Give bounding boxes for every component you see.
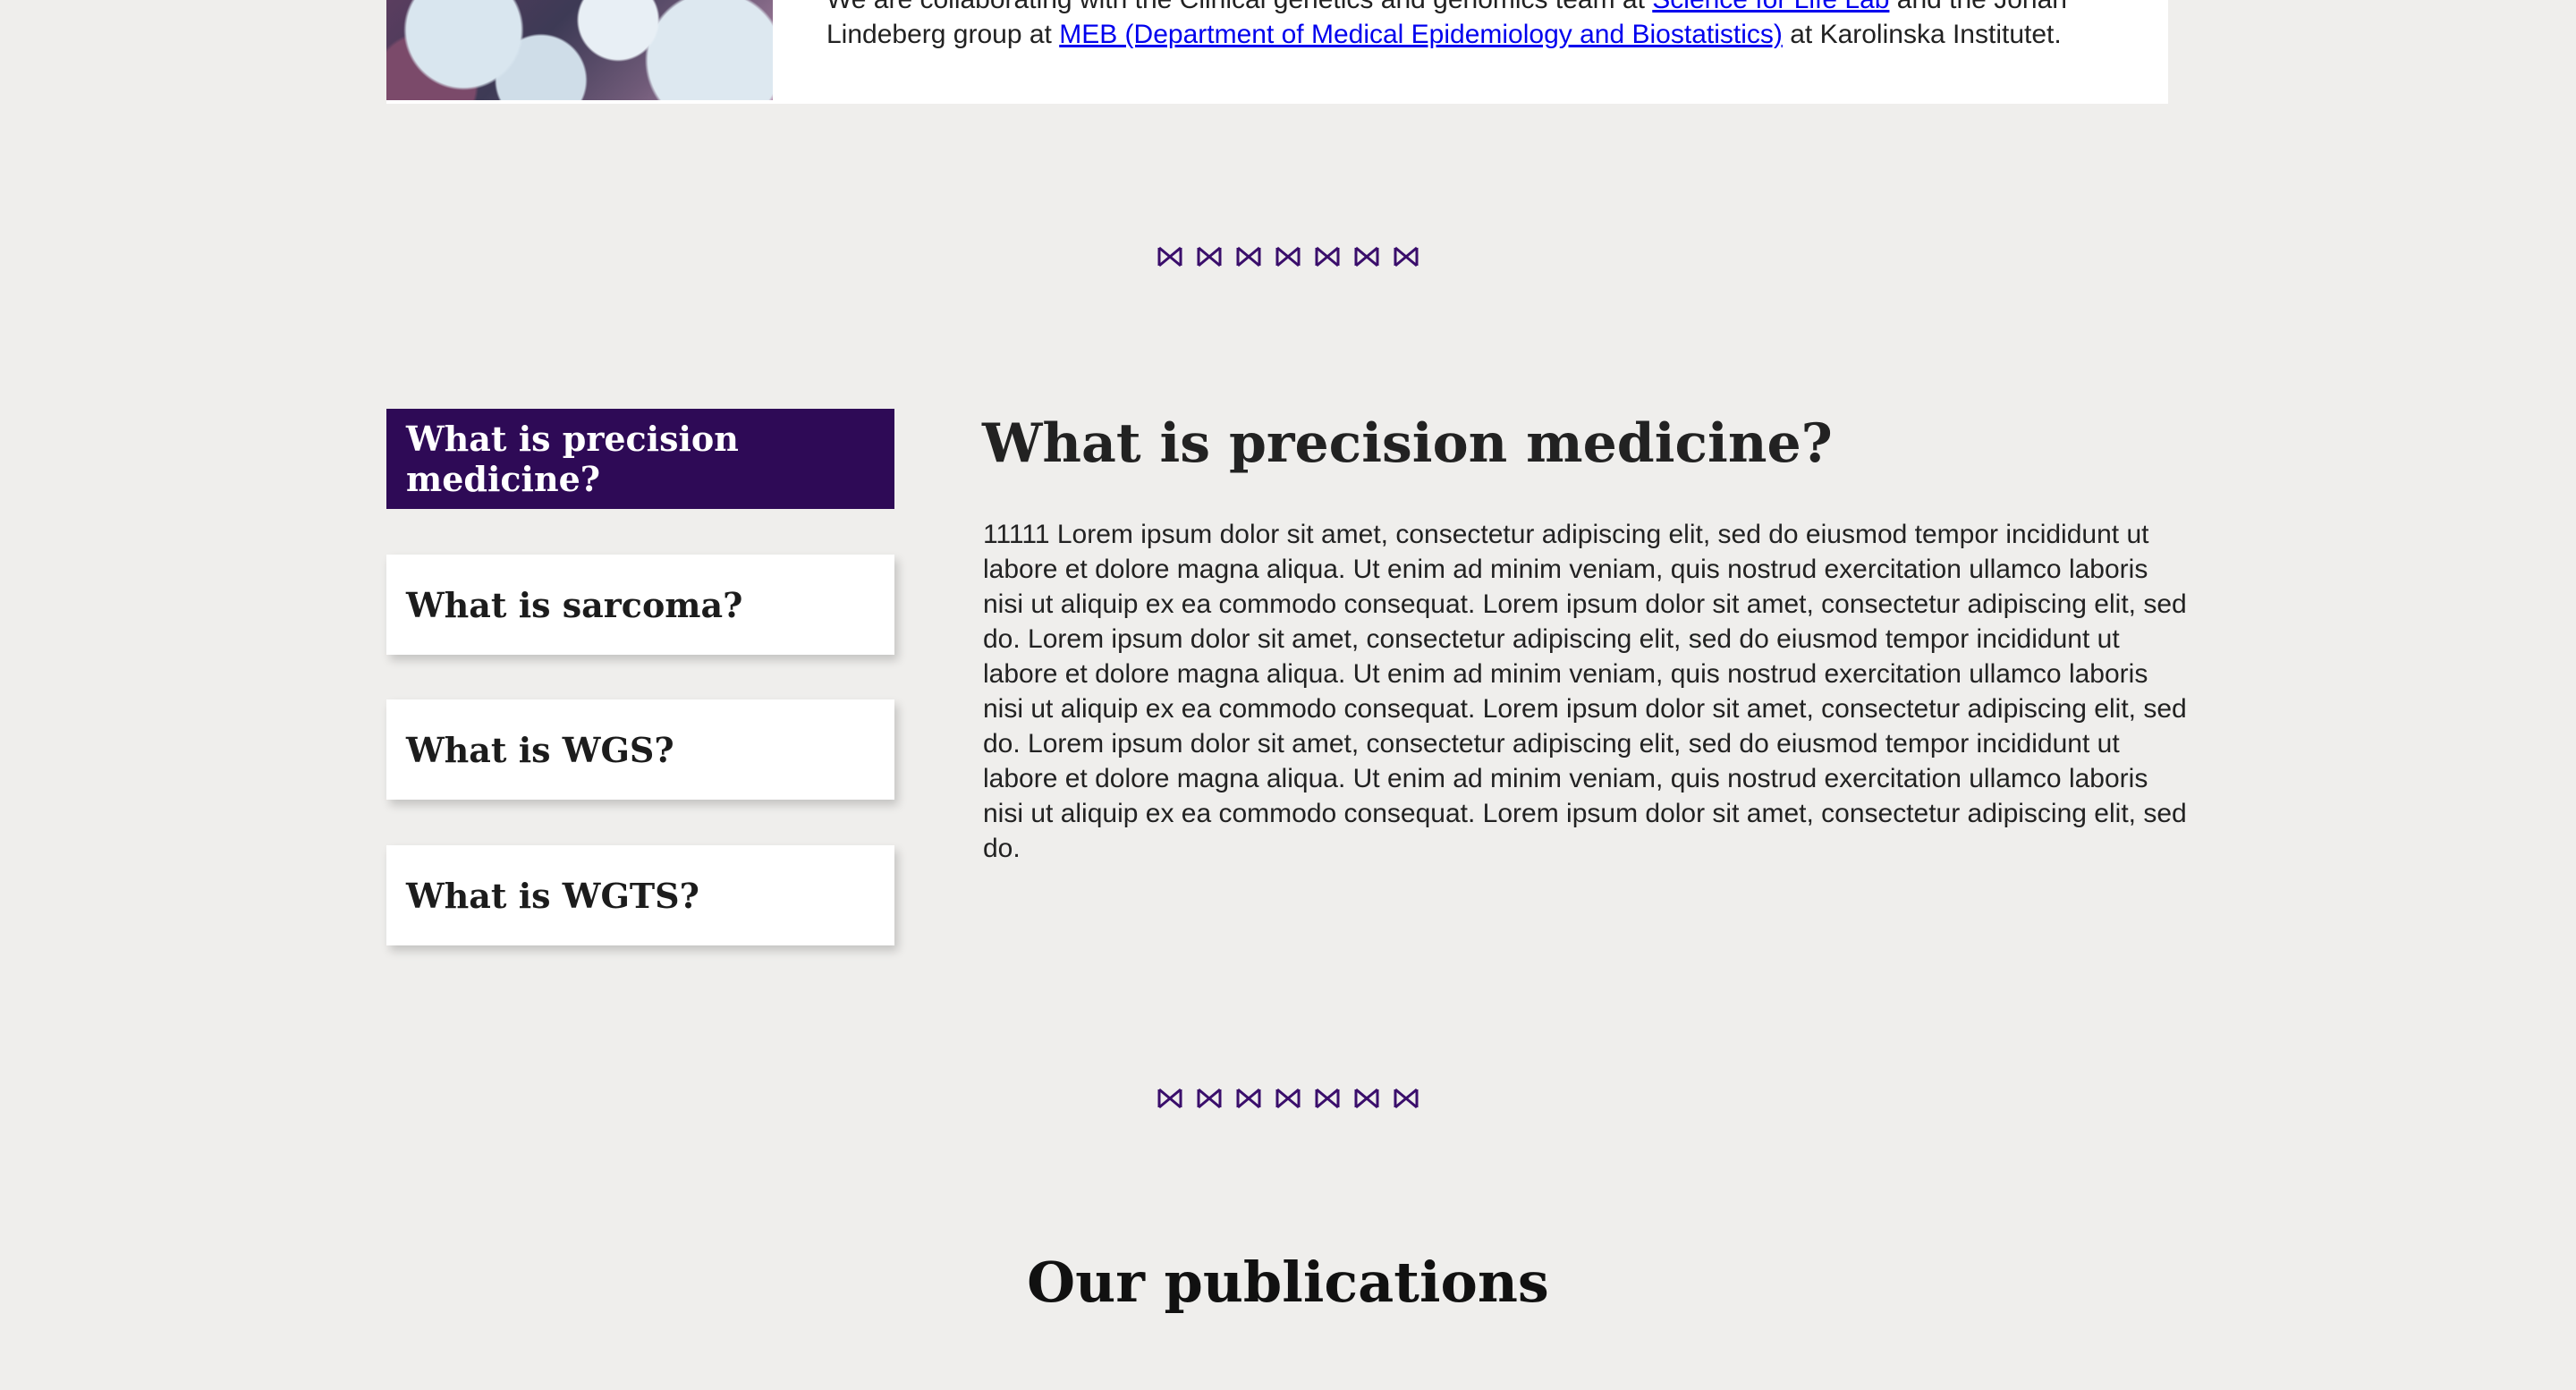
tab-wgs[interactable]: What is WGS? <box>386 699 894 800</box>
dna-icon <box>1157 246 1182 267</box>
dna-icon <box>1236 1088 1261 1109</box>
collaboration-text-before: We are collaborating with the Clinical g… <box>826 0 1652 14</box>
dna-icon <box>1197 1088 1222 1109</box>
meb-link[interactable]: MEB (Department of Medical Epidemiology … <box>1059 20 1783 49</box>
tab-precision-medicine[interactable]: What is precision medicine? <box>386 409 894 509</box>
dna-icon <box>1354 246 1379 267</box>
dna-icon <box>1354 1088 1379 1109</box>
content-title: What is precision medicine? <box>982 412 1833 475</box>
tab-label: What is WGS? <box>406 729 674 770</box>
dna-icon <box>1236 246 1261 267</box>
science-for-life-lab-link[interactable]: Science for Life Lab <box>1652 0 1889 14</box>
dna-separator-top <box>1154 243 1422 270</box>
tab-label: What is precision medicine? <box>406 419 739 499</box>
dna-icon <box>1157 1088 1182 1109</box>
collaboration-text-after: at Karolinska Institutet. <box>1782 20 2062 49</box>
tab-label: What is sarcoma? <box>406 584 743 625</box>
cells-image <box>386 0 773 100</box>
dna-icon <box>1394 1088 1419 1109</box>
tab-sarcoma[interactable]: What is sarcoma? <box>386 555 894 655</box>
collaboration-text: We are collaborating with the Clinical g… <box>826 0 2114 52</box>
content-body: 11111 Lorem ipsum dolor sit amet, consec… <box>983 520 2187 863</box>
publications-heading: Our publications <box>1027 1250 1549 1315</box>
dna-icon <box>1315 1088 1340 1109</box>
dna-separator-bottom <box>1154 1085 1422 1112</box>
tab-label: What is WGTS? <box>406 875 699 916</box>
dna-icon <box>1275 1088 1301 1109</box>
dna-icon <box>1315 246 1340 267</box>
dna-icon <box>1394 246 1419 267</box>
dna-icon <box>1197 246 1222 267</box>
dna-icon <box>1275 246 1301 267</box>
tab-wgts[interactable]: What is WGTS? <box>386 845 894 945</box>
